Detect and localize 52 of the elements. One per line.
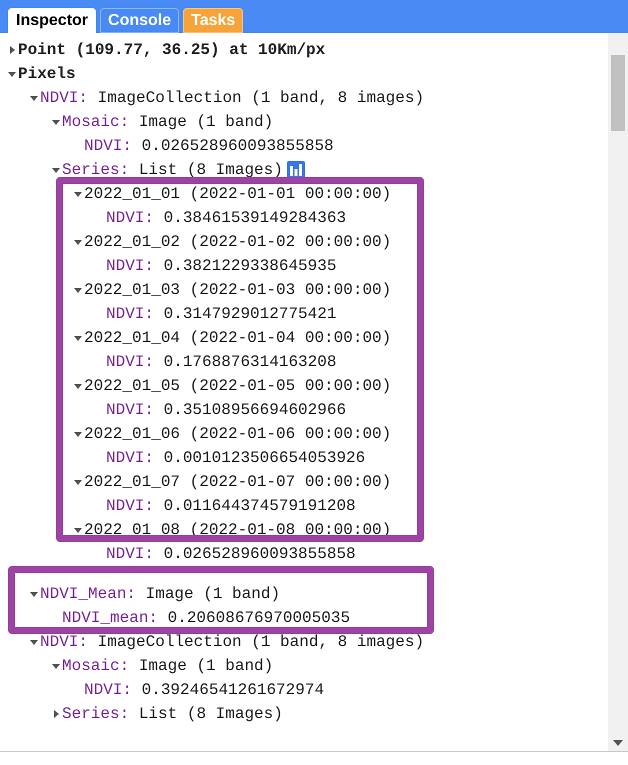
property-key: NDVI: xyxy=(106,302,154,326)
property-value: 2022_01_02 (2022-01-02 00:00:00) xyxy=(84,232,392,253)
property-key: NDVI: xyxy=(106,398,154,422)
property-key: NDVI: xyxy=(106,350,154,374)
property-key: NDVI: xyxy=(106,446,154,470)
property-value: 0.38461539149284363 xyxy=(164,208,346,229)
property-value: List (8 Images) xyxy=(138,704,283,725)
property-value: 0.1768876314163208 xyxy=(164,352,336,373)
property-value: 0.3821229338645935 xyxy=(164,256,336,277)
property-key: NDVI: xyxy=(106,542,154,566)
property-value: ImageCollection (1 band, 8 images) xyxy=(98,88,424,109)
property-value: 2022_01_07 (2022-01-07 00:00:00) xyxy=(84,472,392,493)
property-key: NDVI: xyxy=(106,494,154,518)
property-value: 0.011644374579191208 xyxy=(164,496,356,517)
property-key: Mosaic: xyxy=(62,110,130,134)
property-value: Image (1 band) xyxy=(138,656,274,677)
property-value: 0.39246541261672974 xyxy=(142,680,324,701)
property-value: 2022_01_06 (2022-01-06 00:00:00) xyxy=(84,424,392,445)
property-value: 2022_01_08 (2022-01-08 00:00:00) xyxy=(84,520,392,541)
property-key: NDVI: xyxy=(40,630,88,654)
property-key: NDVI_Mean: xyxy=(40,582,136,606)
property-value: 0.026528960093855858 xyxy=(164,544,356,565)
property-key: NDVI: xyxy=(40,86,88,110)
tab[interactable]: Console xyxy=(100,8,180,33)
property-value: 0.0010123506654053926 xyxy=(164,448,366,469)
property-key: NDVI: xyxy=(84,678,132,702)
property-value: 0.026528960093855858 xyxy=(142,136,334,157)
property-key: Series: xyxy=(62,702,130,726)
property-key: NDVI_mean: xyxy=(62,606,158,630)
tab[interactable]: Tasks xyxy=(183,8,244,33)
property-value: 0.35108956694602966 xyxy=(164,400,346,421)
scroll-down-icon[interactable] xyxy=(613,739,623,747)
property-value: 2022_01_01 (2022-01-01 00:00:00) xyxy=(84,184,392,205)
property-value: Image (1 band) xyxy=(138,112,274,133)
property-value: 0.3147929012775421 xyxy=(164,304,336,325)
scrollbar-thumb[interactable] xyxy=(611,55,625,131)
property-value: 0.20608676970005035 xyxy=(168,608,350,629)
property-value: 2022_01_03 (2022-01-03 00:00:00) xyxy=(84,280,392,301)
property-key: NDVI: xyxy=(106,206,154,230)
property-value: 2022_01_04 (2022-01-04 00:00:00) xyxy=(84,328,392,349)
property-value: List (8 Images) xyxy=(138,160,283,181)
property-key: NDVI: xyxy=(84,134,132,158)
tree-label: Point (109.77, 36.25) at 10Km/px xyxy=(18,40,326,61)
property-value: 2022_01_05 (2022-01-05 00:00:00) xyxy=(84,376,392,397)
property-value: ImageCollection (1 band, 8 images) xyxy=(98,632,424,653)
property-key: Mosaic: xyxy=(62,654,130,678)
tree-label: Pixels xyxy=(18,64,76,85)
property-key: NDVI: xyxy=(106,254,154,278)
scrollbar[interactable] xyxy=(608,33,628,751)
property-key: Series: xyxy=(62,158,130,182)
property-value: Image (1 band) xyxy=(146,584,280,605)
tab[interactable]: Inspector xyxy=(8,8,96,33)
